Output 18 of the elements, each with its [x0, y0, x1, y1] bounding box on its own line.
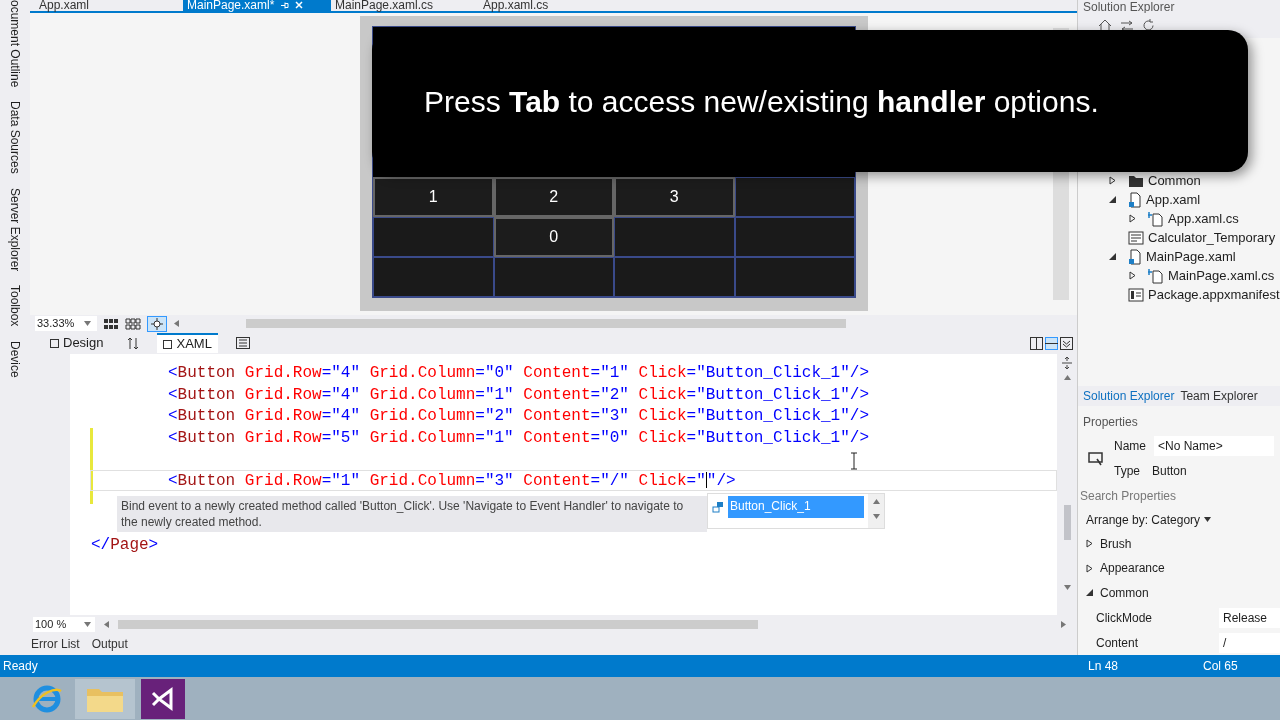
panel-title: Properties — [1083, 413, 1138, 431]
status-text: Ready — [3, 658, 39, 675]
panel-title: Solution Explorer — [1083, 1, 1175, 13]
code-line: <Button Grid.Row="4" Grid.Column="0" Content="1" Click="Button_Click_1"/> — [168, 364, 869, 382]
property-label: ClickMode — [1095, 609, 1153, 627]
code-line: <Button Grid.Row="5" Grid.Column="1" Content="0" Click="Button_Click_1"/> — [168, 428, 869, 447]
code-line: <Button Grid.Row="1" Grid.Column="3" Content="/" Click=""/> — [168, 471, 736, 490]
property-label: Name — [1114, 438, 1146, 455]
property-value: Button — [1152, 463, 1187, 480]
property-label: Content — [1095, 634, 1140, 652]
caption-text: Press Tab to access new/existing handler options. — [424, 83, 1099, 120]
code-line: </Page> — [91, 536, 159, 554]
code-line: <Button Grid.Row="4" Grid.Column="1" Content="2" Click="Button_Click_1"/> — [168, 385, 869, 404]
property-label: Type — [1114, 463, 1140, 480]
tooltip: Bind event to a newly created method called 'Button_Click'. Use 'Navigate to Event Handler' to navigate to the newly created method. — [117, 496, 707, 532]
code-line: <Button Grid.Row="4" Grid.Column="2" Content="3" Click="Button_Click_1"/> — [168, 407, 869, 425]
column-number: Col 65 — [1203, 658, 1238, 675]
line-number: Ln 48 — [1088, 658, 1120, 675]
